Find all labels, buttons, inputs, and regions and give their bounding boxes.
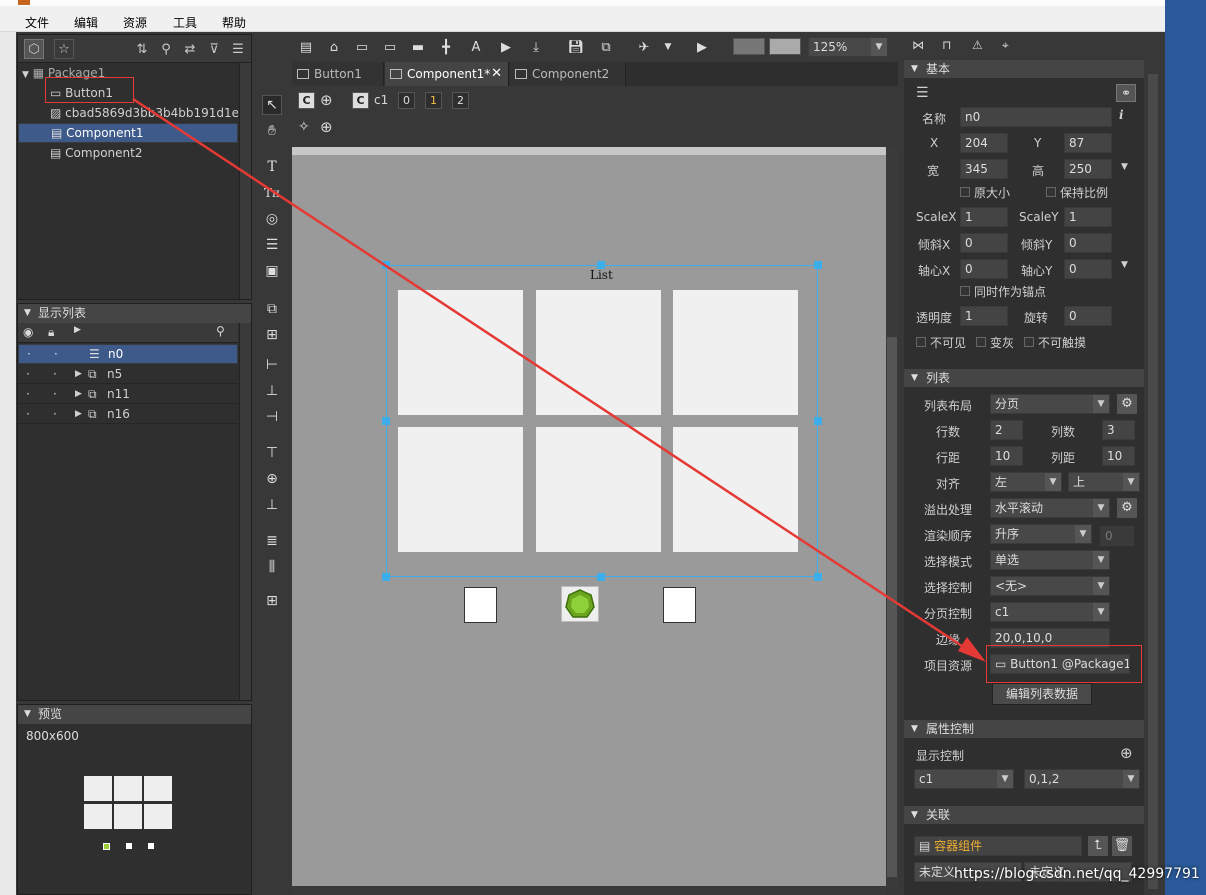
watermark-text: https://blog.csdn.net/qq_42997791 (954, 866, 1200, 882)
annotation-arrow (132, 97, 986, 662)
